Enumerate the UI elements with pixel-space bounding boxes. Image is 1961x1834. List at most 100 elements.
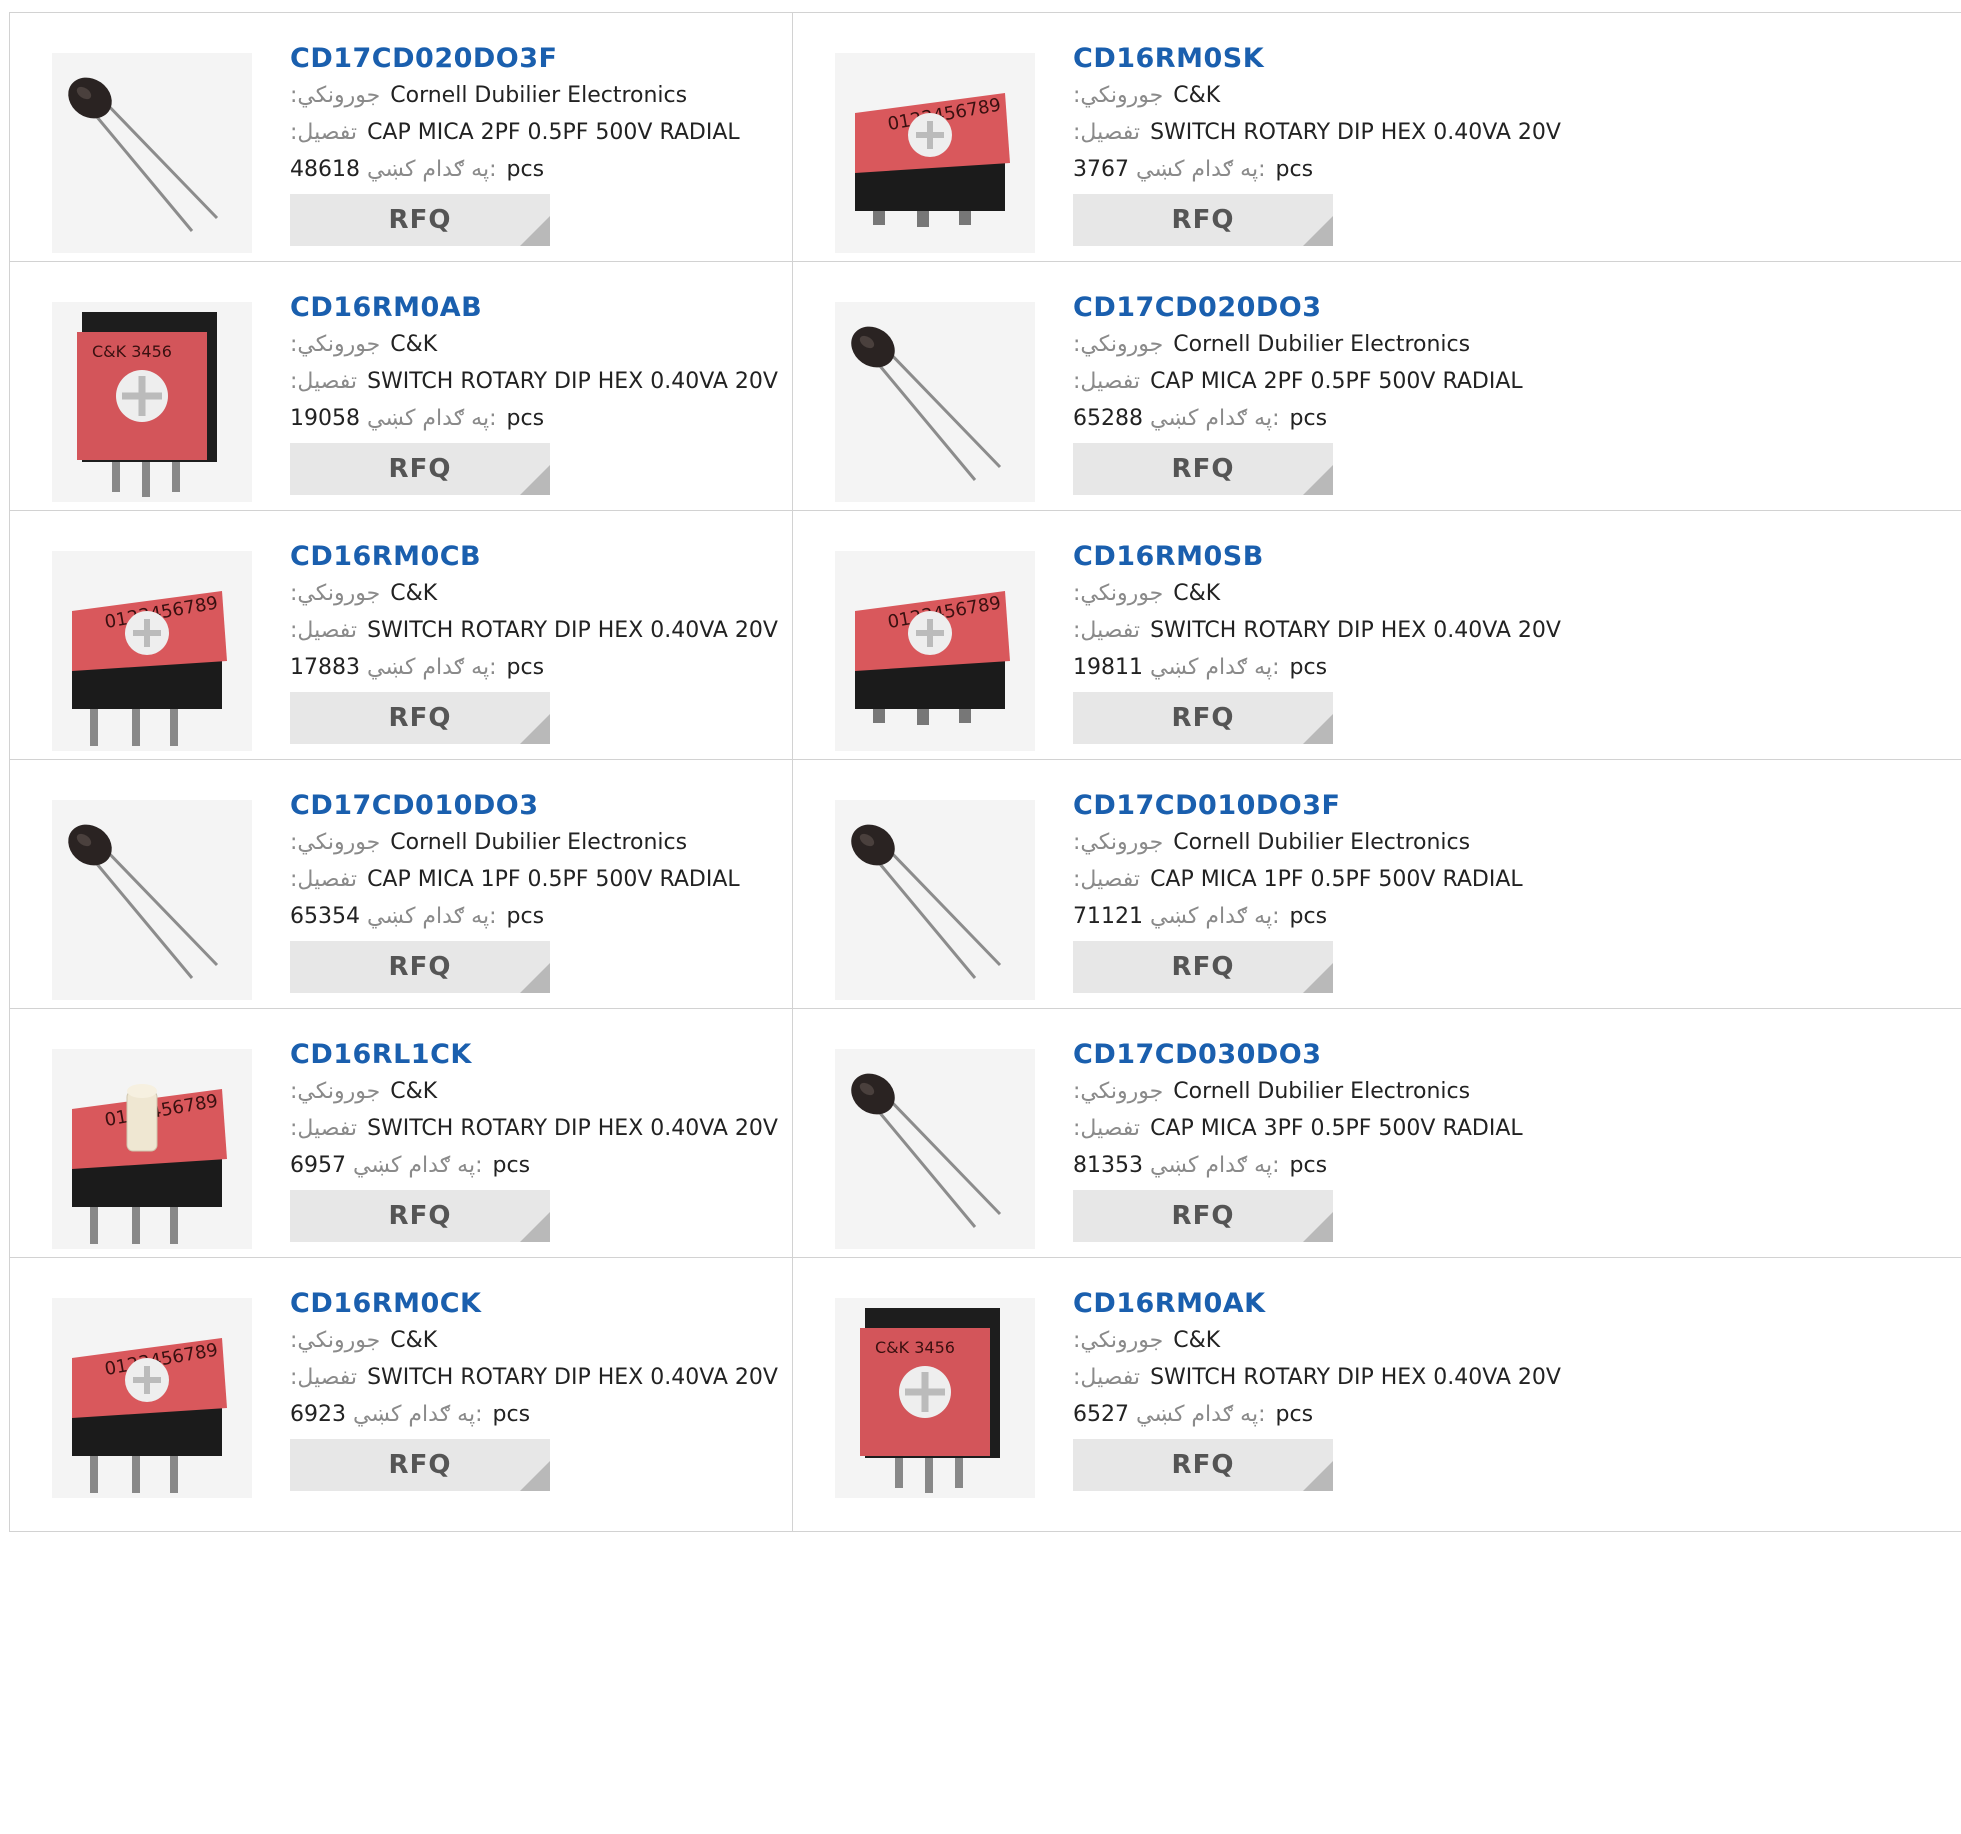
stock-value: 6527: [1073, 1402, 1129, 1427]
manufacturer-line: :جورونکي C&K: [1073, 575, 1753, 612]
rfq-button[interactable]: RFQ: [1073, 1190, 1333, 1242]
description-line: :تفصيل SWITCH ROTARY DIP HEX 0.40VA 20V: [1073, 114, 1753, 151]
stock-value: 3767: [1073, 157, 1129, 182]
description-label: :تفصيل: [290, 1116, 358, 1141]
rfq-button[interactable]: RFQ: [1073, 194, 1333, 246]
rfq-button[interactable]: RFQ: [290, 443, 550, 495]
product-title-link[interactable]: CD17CD030DO3: [1073, 1037, 1753, 1073]
product-row: 0123456789 CD16RM0CB:جورونکي C&K:تفصيل SWIT…: [9, 510, 1961, 785]
product-card: 0123456789 CD16RM0CB:جورونکي C&K:تفصيل SWIT…: [10, 511, 792, 784]
manufacturer-label: :جورونکي: [1073, 332, 1164, 357]
description-line: :تفصيل CAP MICA 3PF 0.5PF 500V RADIAL: [1073, 1110, 1753, 1147]
product-card: 0123456789 CD16RM0SB :جورونکي C&K :تفصيل SWIT…: [792, 511, 1961, 784]
product-row: CD17CD010DO3:جورونکي Cornell Dubilier Ele…: [9, 759, 1961, 1034]
manufacturer-value: C&K: [1173, 581, 1221, 606]
rfq-button[interactable]: RFQ: [290, 941, 550, 993]
manufacturer-value: Cornell Dubilier Electronics: [390, 83, 688, 108]
product-card: CD17CD030DO3:جورونکي Cornell Dubilier Ele…: [792, 1009, 1961, 1282]
product-info: CD17CD010DO3F:جورونکي Cornell Dubilier El…: [1073, 788, 1753, 993]
rotary-switch-vertical-image[interactable]: C&K 3456: [835, 1298, 1035, 1498]
stock-label: په ګدام کښي:: [353, 1153, 483, 1178]
rotary-switch-smd-image[interactable]: 0123456789: [835, 551, 1035, 751]
manufacturer-value: C&K: [1173, 1328, 1221, 1353]
manufacturer-label: :جورونکي: [1073, 581, 1164, 606]
manufacturer-label: :جورونکي: [1073, 1328, 1164, 1353]
manufacturer-value: Cornell Dubilier Electronics: [1173, 332, 1471, 357]
description-value: CAP MICA 3PF 0.5PF 500V RADIAL: [1150, 1116, 1523, 1141]
rfq-button[interactable]: RFQ: [1073, 1439, 1333, 1491]
stock-unit: pcs: [506, 655, 545, 680]
description-value: SWITCH ROTARY DIP HEX 0.40VA 20V: [367, 618, 778, 643]
corner-triangle-icon: [1303, 465, 1333, 495]
rfq-button-label: RFQ: [1171, 1450, 1235, 1480]
rotary-switch-smd-image[interactable]: 0123456789: [835, 53, 1035, 253]
corner-triangle-icon: [520, 216, 550, 246]
description-label: :تفصيل: [1073, 1116, 1141, 1141]
product-title-link[interactable]: CD16RM0AK: [1073, 1286, 1753, 1322]
rfq-button[interactable]: RFQ: [1073, 443, 1333, 495]
rfq-button[interactable]: RFQ: [290, 194, 550, 246]
rfq-button[interactable]: RFQ: [290, 1439, 550, 1491]
manufacturer-label: :جورونکي: [1073, 1079, 1164, 1104]
stock-unit: pcs: [1289, 1153, 1328, 1178]
description-value: SWITCH ROTARY DIP HEX 0.40VA 20V: [367, 1116, 778, 1141]
rfq-button[interactable]: RFQ: [290, 1190, 550, 1242]
description-label: :تفصيل: [1073, 618, 1141, 643]
description-value: CAP MICA 2PF 0.5PF 500V RADIAL: [367, 120, 740, 145]
stock-unit: pcs: [506, 406, 545, 431]
description-line: :تفصيل SWITCH ROTARY DIP HEX 0.40VA 20V: [1073, 612, 1753, 649]
product-title-link[interactable]: CD16RM0SB: [1073, 539, 1753, 575]
stock-unit: pcs: [492, 1402, 531, 1427]
rfq-button-label: RFQ: [388, 952, 452, 982]
rfq-button[interactable]: RFQ: [290, 692, 550, 744]
rfq-button-label: RFQ: [1171, 1201, 1235, 1231]
description-label: :تفصيل: [290, 867, 358, 892]
rfq-button-label: RFQ: [388, 703, 452, 733]
description-value: SWITCH ROTARY DIP HEX 0.40VA 20V: [1150, 1365, 1561, 1390]
corner-triangle-icon: [1303, 1461, 1333, 1491]
corner-triangle-icon: [1303, 714, 1333, 744]
manufacturer-value: C&K: [1173, 83, 1221, 108]
stock-line: 81353 په ګدام کښي: pcs: [1073, 1147, 1753, 1184]
product-card: C&K 3456 CD16RM0AB:جورونکي C&K:تفصيل SWITCH…: [10, 262, 792, 535]
product-title-link[interactable]: CD16RM0SK: [1073, 41, 1753, 77]
product-row: 0123456789 CD16RM0CK:جورونکي C&K:تفصيل SWIT…: [9, 1257, 1961, 1532]
rotary-switch-image[interactable]: 0123456789: [52, 1298, 252, 1498]
product-info: CD17CD020DO3 :جورونکي Cornell Dubilier Ele…: [1073, 290, 1753, 495]
stock-value: 19058: [290, 406, 360, 431]
capacitor-image[interactable]: [52, 800, 252, 1000]
description-line: :تفصيل CAP MICA 2PF 0.5PF 500V RADIAL: [1073, 363, 1753, 400]
rotary-switch-knob-image[interactable]: 0123456789: [52, 1049, 252, 1249]
product-title-link[interactable]: CD17CD010DO3F: [1073, 788, 1753, 824]
manufacturer-value: C&K: [390, 581, 438, 606]
rotary-switch-vertical-image[interactable]: C&K 3456: [52, 302, 252, 502]
manufacturer-value: Cornell Dubilier Electronics: [390, 830, 688, 855]
stock-value: 19811: [1073, 655, 1143, 680]
manufacturer-label: :جورونکي: [290, 830, 381, 855]
product-info: CD16RM0SB :جورونکي C&K :تفصيل SWITCH ROTARY …: [1073, 539, 1753, 744]
capacitor-image[interactable]: [52, 53, 252, 253]
capacitor-image[interactable]: [835, 1049, 1035, 1249]
product-title-link[interactable]: CD17CD020DO3: [1073, 290, 1753, 326]
rfq-button[interactable]: RFQ: [1073, 941, 1333, 993]
stock-unit: pcs: [506, 157, 545, 182]
manufacturer-line: :جورونکي Cornell Dubilier Electronics: [1073, 326, 1753, 363]
capacitor-image[interactable]: [835, 800, 1035, 1000]
stock-value: 6923: [290, 1402, 346, 1427]
rfq-button-label: RFQ: [1171, 703, 1235, 733]
description-label: :تفصيل: [1073, 867, 1141, 892]
rfq-button[interactable]: RFQ: [1073, 692, 1333, 744]
manufacturer-label: :جورونکي: [290, 1079, 381, 1104]
rfq-button-label: RFQ: [1171, 952, 1235, 982]
stock-label: په ګدام کښي:: [1150, 406, 1280, 431]
manufacturer-label: :جورونکي: [290, 581, 381, 606]
capacitor-image[interactable]: [835, 302, 1035, 502]
rfq-button-label: RFQ: [388, 205, 452, 235]
stock-value: 71121: [1073, 904, 1143, 929]
stock-value: 17883: [290, 655, 360, 680]
rotary-switch-image[interactable]: 0123456789: [52, 551, 252, 751]
description-value: CAP MICA 2PF 0.5PF 500V RADIAL: [1150, 369, 1523, 394]
stock-unit: pcs: [1289, 406, 1328, 431]
stock-unit: pcs: [492, 1153, 531, 1178]
product-card: CD17CD010DO3:جورونکي Cornell Dubilier Ele…: [10, 760, 792, 1033]
